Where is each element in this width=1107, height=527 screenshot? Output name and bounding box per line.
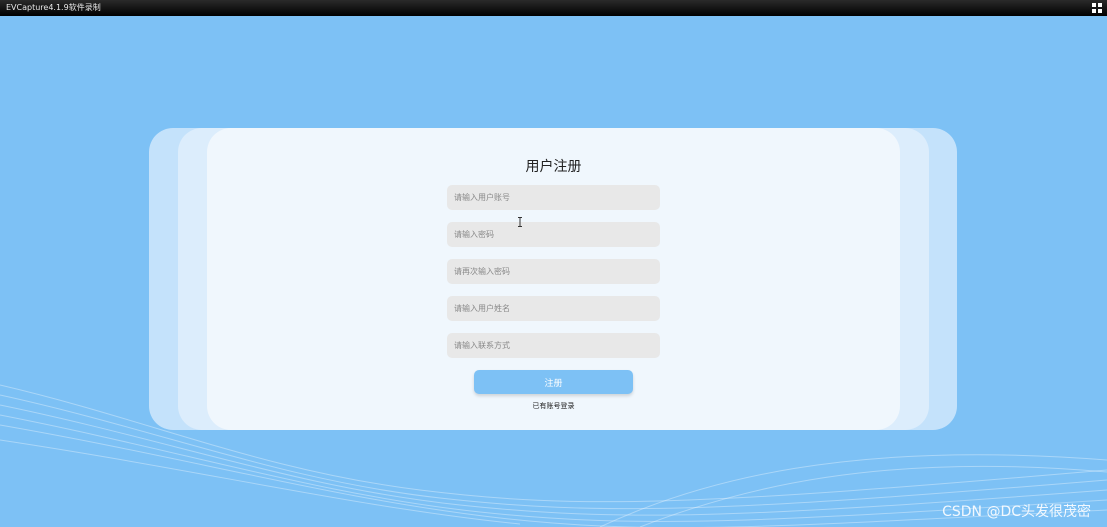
screen: EVCapture4.1.9软件录制 用户注册 注册 已有账号登录 CSDN @…	[0, 0, 1107, 527]
grid-icon[interactable]	[1092, 3, 1102, 13]
register-card: 用户注册 注册 已有账号登录	[207, 128, 900, 430]
register-button[interactable]: 注册	[474, 370, 633, 394]
confirm-password-input[interactable]	[447, 259, 660, 284]
login-link[interactable]: 已有账号登录	[207, 401, 900, 411]
text-cursor-icon	[518, 217, 522, 227]
watermark: CSDN @DC头发很茂密	[942, 504, 1091, 520]
window-title-bar: EVCapture4.1.9软件录制	[0, 0, 1107, 16]
form-title: 用户注册	[525, 159, 582, 175]
username-input[interactable]	[447, 185, 660, 210]
fullname-input[interactable]	[447, 296, 660, 321]
password-input[interactable]	[447, 222, 660, 247]
window-title: EVCapture4.1.9软件录制	[6, 3, 101, 12]
contact-input[interactable]	[447, 333, 660, 358]
